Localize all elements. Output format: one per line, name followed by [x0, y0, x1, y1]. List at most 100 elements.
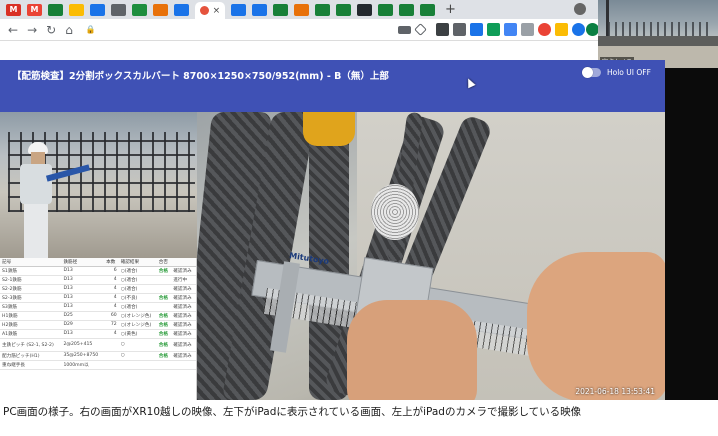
table-cell: 6 — [104, 266, 119, 276]
tab-chat[interactable] — [252, 3, 267, 16]
yellow-coupler — [303, 112, 355, 146]
back-icon[interactable]: ← — [8, 24, 18, 36]
extension-icon-8[interactable] — [555, 23, 568, 36]
table-cell: 確認済み — [171, 351, 196, 361]
home-icon[interactable]: ⌂ — [65, 24, 73, 36]
tab-sheets-2[interactable] — [273, 3, 288, 16]
table-cell: 合格 — [156, 293, 172, 303]
tab-sheets-5[interactable] — [378, 3, 393, 16]
extension-icon-4[interactable] — [487, 23, 500, 36]
table-row[interactable]: 重ね継手長 1000mm以 — [0, 360, 196, 370]
inspector-face — [31, 152, 45, 164]
star-icon[interactable] — [414, 23, 427, 36]
extension-icon-7[interactable] — [538, 23, 551, 36]
inspection-table: 記号 鉄筋径 本数 確認結果 合否 S1鉄筋 D13 6 ○(適合) 合格 確認済み S2-… — [0, 258, 196, 370]
tab-docs[interactable] — [90, 3, 105, 16]
browser-menu-icon[interactable] — [574, 3, 586, 15]
table-row[interactable]: H1鉄筋 D25 60 ○(オレンジ色) 合格 確認済み — [0, 311, 196, 321]
inspector-torso — [20, 164, 52, 204]
holo-ui-toggle-label: Holo UI OFF — [607, 68, 651, 77]
table-cell: S2-1鉄筋 — [0, 275, 62, 285]
reload-icon[interactable]: ↻ — [46, 24, 56, 36]
table-row[interactable]: S3鉄筋 D13 4 ○(適合) 確認済み — [0, 302, 196, 312]
table-cell: ○(適合) — [118, 302, 157, 312]
table-cell — [104, 338, 119, 352]
tab-sheets-6[interactable] — [399, 3, 414, 16]
table-row[interactable]: S2-3鉄筋 D13 4 ○(不良) 合格 確認済み — [0, 293, 196, 303]
table-row[interactable]: H2鉄筋 D29 72 ○(オレンジ色) 合格 確認済み — [0, 320, 196, 330]
tab-meet-1[interactable] — [174, 3, 189, 16]
table-cell: 確認済み — [171, 329, 196, 339]
tab-download[interactable] — [111, 3, 126, 16]
table-row[interactable]: A1鉄筋 D13 4 ○(黄色) 合格 確認済み — [0, 329, 196, 339]
table-cell: H1鉄筋 — [0, 311, 62, 321]
left-hand — [347, 300, 477, 400]
table-cell: A1鉄筋 — [0, 329, 62, 339]
right-hand — [527, 252, 665, 400]
table-cell — [156, 284, 172, 294]
ipad-camera-view — [0, 112, 197, 258]
table-row[interactable]: S1鉄筋 D13 6 ○(適合) 合格 確認済み — [0, 266, 196, 276]
table-cell: D13 — [61, 275, 105, 285]
table-row[interactable]: S2-1鉄筋 D13 4 ○(適合) 進行中 — [0, 275, 196, 285]
inspector-figure — [14, 142, 91, 258]
holo-ui-toggle[interactable] — [582, 67, 601, 78]
table-cell: 合格 — [156, 311, 172, 321]
close-tab-icon[interactable]: × — [213, 6, 221, 16]
extension-icon-3[interactable] — [470, 23, 483, 36]
table-cell: 確認済み — [171, 302, 196, 312]
table-cell — [104, 351, 119, 361]
extension-icon-6[interactable] — [521, 23, 534, 36]
table-cell: D29 — [61, 320, 105, 330]
table-cell — [156, 302, 172, 312]
table-cell: 合格 — [156, 338, 172, 352]
table-cell: D13 — [61, 293, 105, 303]
new-tab-button[interactable]: + — [445, 2, 456, 17]
tab-sheets-1[interactable] — [48, 3, 63, 16]
tab-active[interactable]: × — [195, 2, 225, 19]
column-header — [171, 258, 196, 267]
tab-meet-2[interactable] — [231, 3, 246, 16]
browser-tab-strip: M M × + — [0, 0, 598, 19]
tab-sheets-3[interactable] — [315, 3, 330, 16]
tab-gmail-2[interactable]: M — [27, 3, 42, 16]
toggle-knob[interactable] — [582, 67, 593, 78]
table-row[interactable]: 配力筋ピッチ(H1) 35@250+8750 ○ 合格 確認済み — [0, 351, 196, 361]
tab-app[interactable] — [132, 3, 147, 16]
table-cell: D13 — [61, 284, 105, 294]
table-row[interactable]: S2-2鉄筋 D13 4 ○(適合) 確認済み — [0, 284, 196, 294]
table-cell: 35@250+8750 — [61, 351, 105, 361]
lock-icon[interactable]: 🔒 — [86, 25, 96, 34]
xr10-camera-view: Mitutoyo 2021-06-18 13:53:41 — [197, 112, 665, 400]
extension-icon-2[interactable] — [453, 23, 466, 36]
tab-sheets-7[interactable] — [420, 3, 435, 16]
table-cell: 確認済み — [171, 320, 196, 330]
table-cell: 配力筋ピッチ(H1) — [0, 351, 62, 361]
table-cell: 主鉄ピッチ (S2-1, S2-2) — [0, 338, 62, 352]
column-header: 確認結果 — [118, 258, 157, 267]
tab-tool[interactable] — [153, 3, 168, 16]
table-cell — [156, 360, 172, 370]
tab-gmail-1[interactable]: M — [6, 3, 21, 16]
table-row[interactable]: 主鉄ピッチ (S2-1, S2-2) 2@205+415 ○ 合格 確認済み — [0, 338, 196, 352]
table-cell: 4 — [104, 302, 119, 312]
inspector-legs — [24, 204, 48, 258]
table-cell: 重ね継手長 — [0, 360, 62, 370]
table-cell: 72 — [104, 320, 119, 330]
tab-github[interactable] — [357, 3, 372, 16]
tab-sheets-4[interactable] — [336, 3, 351, 16]
table-cell — [171, 360, 196, 370]
forward-icon[interactable]: → — [27, 24, 37, 36]
table-header-row: 記号 鉄筋径 本数 確認結果 合否 — [0, 258, 196, 267]
extension-icon-9[interactable] — [572, 23, 585, 36]
extension-icon-5[interactable] — [504, 23, 517, 36]
page-title: 【配筋検査】2分割ボックスカルバート 8700×1250×750/952(mm)… — [12, 71, 389, 82]
tab-slides[interactable] — [294, 3, 309, 16]
table-cell: ○(不良) — [118, 293, 157, 303]
fixed-camera-view: 定点カメラ — [598, 0, 718, 68]
table-cell: ○(適合) — [118, 266, 157, 276]
camera-extension-icon[interactable] — [398, 26, 411, 34]
table-cell: ○(オレンジ色) — [118, 320, 157, 330]
extension-icon-1[interactable] — [436, 23, 449, 36]
tab-drive[interactable] — [69, 3, 84, 16]
